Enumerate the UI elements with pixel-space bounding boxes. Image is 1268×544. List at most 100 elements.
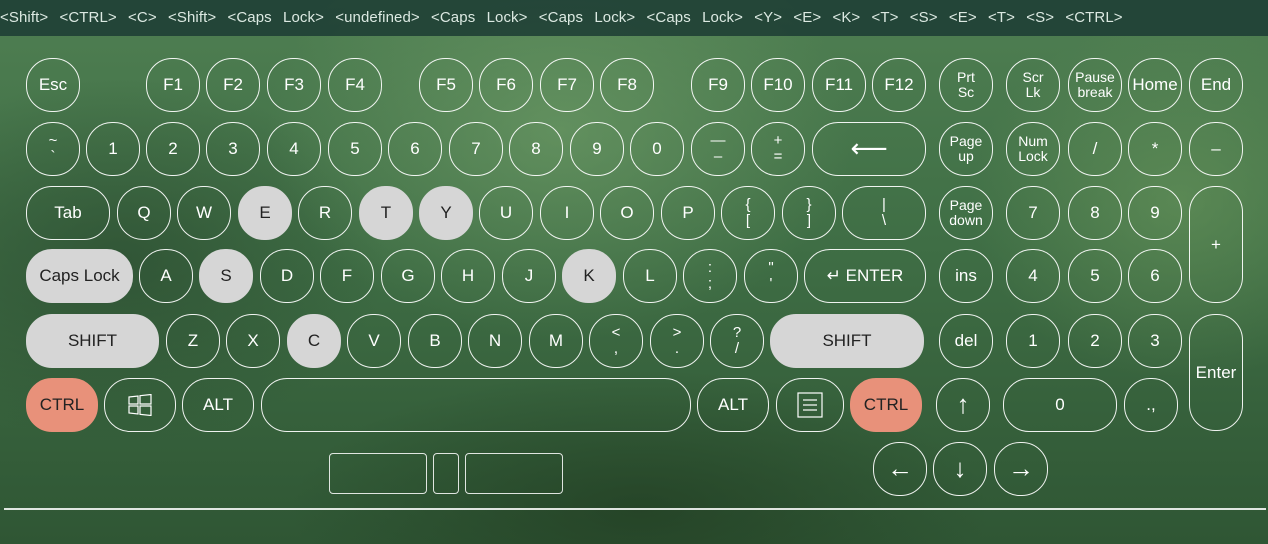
key-lshift[interactable]: SHIFT — [26, 314, 159, 368]
key-tab[interactable]: Tab — [26, 186, 110, 240]
key-w[interactable]: W — [177, 186, 231, 240]
key-numlock[interactable]: Num Lock — [1006, 122, 1060, 176]
key-ins[interactable]: ins — [939, 249, 993, 303]
key-semicolon[interactable]: : ; — [683, 249, 737, 303]
key-right[interactable]: → — [994, 442, 1048, 496]
key-backspace[interactable]: ⟵ — [812, 122, 926, 176]
key-a[interactable]: A — [139, 249, 193, 303]
key-m[interactable]: M — [529, 314, 583, 368]
key-pipe[interactable]: | \ — [842, 186, 926, 240]
key-up[interactable]: ↑ — [936, 378, 990, 432]
key-np8[interactable]: 8 — [1068, 186, 1122, 240]
key-np7[interactable]: 7 — [1006, 186, 1060, 240]
key-np9[interactable]: 9 — [1128, 186, 1182, 240]
key-pageup[interactable]: Page up — [939, 122, 993, 176]
key-d3[interactable]: 3 — [206, 122, 260, 176]
key-k[interactable]: K — [562, 249, 616, 303]
key-t[interactable]: T — [359, 186, 413, 240]
key-rbrace[interactable]: } ] — [782, 186, 836, 240]
key-d6[interactable]: 6 — [388, 122, 442, 176]
key-np2[interactable]: 2 — [1068, 314, 1122, 368]
key-scrlk[interactable]: Scr Lk — [1006, 58, 1060, 112]
key-f9[interactable]: F9 — [691, 58, 745, 112]
key-f10[interactable]: F10 — [751, 58, 805, 112]
key-d2[interactable]: 2 — [146, 122, 200, 176]
key-d1[interactable]: 1 — [86, 122, 140, 176]
key-tilde[interactable]: ~ ` — [26, 122, 80, 176]
key-home[interactable]: Home — [1128, 58, 1182, 112]
key-np4[interactable]: 4 — [1006, 249, 1060, 303]
key-l[interactable]: L — [623, 249, 677, 303]
key-f11[interactable]: F11 — [812, 58, 866, 112]
key-enter[interactable]: ↵ ENTER — [804, 249, 926, 303]
key-comma[interactable]: < , — [589, 314, 643, 368]
key-f3[interactable]: F3 — [267, 58, 321, 112]
key-i[interactable]: I — [540, 186, 594, 240]
key-s[interactable]: S — [199, 249, 253, 303]
key-npenter[interactable]: Enter — [1189, 314, 1243, 431]
key-end[interactable]: End — [1189, 58, 1243, 112]
key-d5[interactable]: 5 — [328, 122, 382, 176]
key-esc[interactable]: Esc — [26, 58, 80, 112]
key-f4[interactable]: F4 — [328, 58, 382, 112]
key-np3[interactable]: 3 — [1128, 314, 1182, 368]
key-v[interactable]: V — [347, 314, 401, 368]
key-f8[interactable]: F8 — [600, 58, 654, 112]
key-left[interactable]: ← — [873, 442, 927, 496]
key-slash[interactable]: ? / — [710, 314, 764, 368]
key-ralt[interactable]: ALT — [697, 378, 769, 432]
key-pagedown[interactable]: Page down — [939, 186, 993, 240]
key-f2[interactable]: F2 — [206, 58, 260, 112]
key-space[interactable] — [261, 378, 691, 432]
key-np0[interactable]: 0 — [1003, 378, 1117, 432]
key-win[interactable] — [104, 378, 176, 432]
key-d0[interactable]: 0 — [630, 122, 684, 176]
key-np6[interactable]: 6 — [1128, 249, 1182, 303]
key-d9[interactable]: 9 — [570, 122, 624, 176]
touchpad-left-button[interactable] — [329, 453, 427, 494]
key-d8[interactable]: 8 — [509, 122, 563, 176]
touchpad-right-button[interactable] — [465, 453, 563, 494]
key-f1[interactable]: F1 — [146, 58, 200, 112]
key-o[interactable]: O — [600, 186, 654, 240]
key-u[interactable]: U — [479, 186, 533, 240]
key-rshift[interactable]: SHIFT — [770, 314, 924, 368]
key-b[interactable]: B — [408, 314, 462, 368]
key-del[interactable]: del — [939, 314, 993, 368]
key-f5[interactable]: F5 — [419, 58, 473, 112]
key-p[interactable]: P — [661, 186, 715, 240]
key-np5[interactable]: 5 — [1068, 249, 1122, 303]
key-r[interactable]: R — [298, 186, 352, 240]
key-q[interactable]: Q — [117, 186, 171, 240]
key-g[interactable]: G — [381, 249, 435, 303]
key-j[interactable]: J — [502, 249, 556, 303]
key-capslock[interactable]: Caps Lock — [26, 249, 133, 303]
key-rctrl[interactable]: CTRL — [850, 378, 922, 432]
key-h[interactable]: H — [441, 249, 495, 303]
key-menu[interactable] — [776, 378, 844, 432]
key-z[interactable]: Z — [166, 314, 220, 368]
key-npminus[interactable]: – — [1189, 122, 1243, 176]
key-lalt[interactable]: ALT — [182, 378, 254, 432]
key-np1[interactable]: 1 — [1006, 314, 1060, 368]
key-f[interactable]: F — [320, 249, 374, 303]
key-f7[interactable]: F7 — [540, 58, 594, 112]
key-n[interactable]: N — [468, 314, 522, 368]
touchpad-middle-button[interactable] — [433, 453, 459, 494]
key-y[interactable]: Y — [419, 186, 473, 240]
key-npdot[interactable]: ., — [1124, 378, 1178, 432]
key-c[interactable]: C — [287, 314, 341, 368]
key-f6[interactable]: F6 — [479, 58, 533, 112]
key-prtsc[interactable]: Prt Sc — [939, 58, 993, 112]
key-npdiv[interactable]: / — [1068, 122, 1122, 176]
key-npmul[interactable]: * — [1128, 122, 1182, 176]
key-d[interactable]: D — [260, 249, 314, 303]
key-quote[interactable]: " ' — [744, 249, 798, 303]
key-minus[interactable]: — – — [691, 122, 745, 176]
key-pause[interactable]: Pause break — [1068, 58, 1122, 112]
key-e[interactable]: E — [238, 186, 292, 240]
key-lctrl[interactable]: CTRL — [26, 378, 98, 432]
key-down[interactable]: ↓ — [933, 442, 987, 496]
key-npplus[interactable]: + — [1189, 186, 1243, 303]
key-equal[interactable]: + = — [751, 122, 805, 176]
